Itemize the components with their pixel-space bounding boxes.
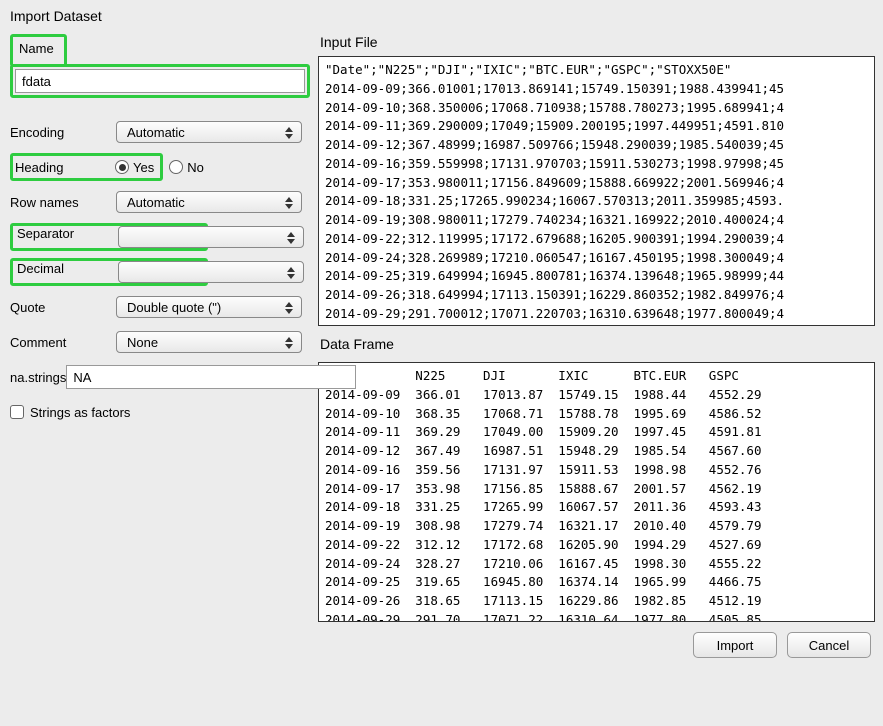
separator-select-box[interactable]: x xyxy=(118,226,304,248)
strings-as-factors-checkbox[interactable] xyxy=(10,405,24,419)
updown-icon xyxy=(281,299,297,317)
heading-no-radio[interactable] xyxy=(169,160,183,174)
cancel-button[interactable]: Cancel xyxy=(787,632,871,658)
rownames-select[interactable]: Automatic xyxy=(116,191,302,213)
heading-label: Heading xyxy=(15,160,115,175)
heading-no-label: No xyxy=(187,160,204,175)
quote-label: Quote xyxy=(10,300,116,315)
rownames-value: Automatic xyxy=(127,195,185,210)
updown-icon xyxy=(283,229,299,247)
import-button[interactable]: Import xyxy=(693,632,777,658)
dataframe-preview[interactable]: Date N225 DJI IXIC BTC.EUR GSPC 2014-09-… xyxy=(318,362,875,622)
quote-value: Double quote (") xyxy=(127,300,221,315)
encoding-select[interactable]: Automatic xyxy=(116,121,302,143)
rownames-label: Row names xyxy=(10,195,116,210)
dataframe-label: Data Frame xyxy=(320,336,875,352)
decimal-label: Decimal xyxy=(15,261,115,283)
comment-value: None xyxy=(127,335,158,350)
name-label: Name xyxy=(19,41,54,56)
updown-icon xyxy=(281,194,297,212)
encoding-value: Automatic xyxy=(127,125,185,140)
encoding-label: Encoding xyxy=(10,125,116,140)
updown-icon xyxy=(281,124,297,142)
updown-icon xyxy=(281,334,297,352)
quote-select[interactable]: Double quote (") xyxy=(116,296,302,318)
input-file-label: Input File xyxy=(320,34,875,50)
nastrings-label: na.strings xyxy=(10,370,66,385)
comment-select[interactable]: None xyxy=(116,331,302,353)
strings-as-factors-label: Strings as factors xyxy=(30,405,130,420)
decimal-select[interactable]: x xyxy=(118,261,304,283)
heading-yes-label: Yes xyxy=(133,160,154,175)
input-file-preview[interactable]: "Date";"N225";"DJI";"IXIC";"BTC.EUR";"GS… xyxy=(318,56,875,326)
separator-label: Separator xyxy=(15,226,115,248)
name-input[interactable] xyxy=(15,69,305,93)
comment-label: Comment xyxy=(10,335,116,350)
heading-yes-radio[interactable] xyxy=(115,160,129,174)
nastrings-input[interactable] xyxy=(66,365,356,389)
updown-icon xyxy=(283,264,299,282)
dialog-title: Import Dataset xyxy=(10,8,875,24)
